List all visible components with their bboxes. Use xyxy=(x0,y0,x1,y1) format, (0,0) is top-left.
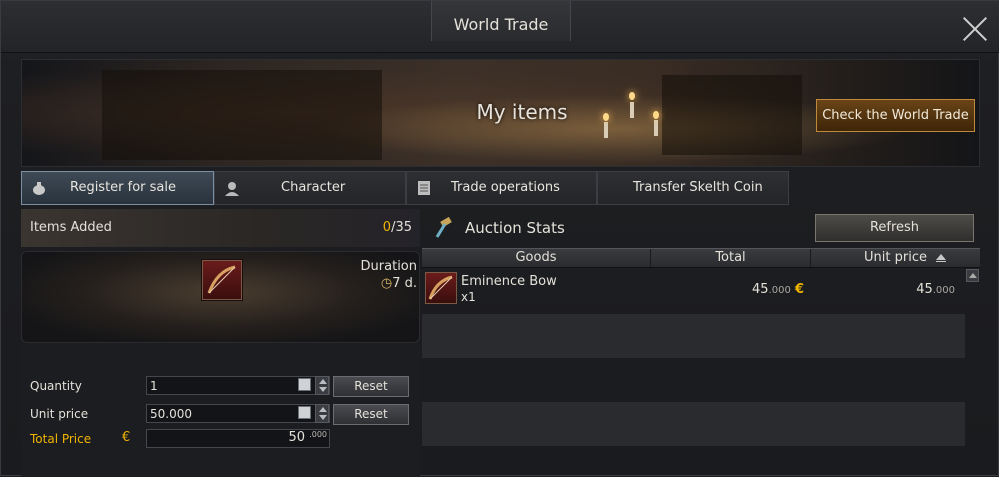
total-price-value: 50 .000 xyxy=(146,429,330,448)
duration-value: ◷7 d. xyxy=(332,276,417,291)
euro-icon: € xyxy=(122,430,131,445)
total-price-label: Total Price xyxy=(30,432,92,446)
candle-decoration xyxy=(654,120,658,136)
tab-transfer-skelth-coin[interactable]: Transfer Skelth Coin xyxy=(597,171,789,205)
money-bag-icon xyxy=(33,182,45,195)
bow-icon xyxy=(207,265,236,294)
row-total-main: 45 xyxy=(752,282,769,297)
column-header-unit-price[interactable]: Unit price xyxy=(811,249,980,267)
quantity-reset-button[interactable]: Reset xyxy=(333,376,409,397)
bow-icon xyxy=(428,275,453,300)
duration-block: Duration ◷7 d. xyxy=(332,259,417,291)
row-total-decimals: .000 xyxy=(768,285,791,296)
unit-price-reset-button[interactable]: Reset xyxy=(333,404,409,425)
auction-header: Auction Stats Refresh xyxy=(422,209,980,247)
check-world-trade-button[interactable]: Check the World Trade xyxy=(816,99,975,132)
flame-decoration xyxy=(653,111,659,119)
tab-register-for-sale[interactable]: Register for sale xyxy=(21,171,214,205)
unit-price-stepper[interactable] xyxy=(315,404,329,423)
scroll-up-button[interactable] xyxy=(966,269,979,282)
table-row-empty xyxy=(422,402,965,446)
item-name: Eminence Bow xyxy=(461,274,557,289)
total-price-row: Total Price € 50 .000 xyxy=(21,429,420,451)
unit-price-row: Unit price Reset xyxy=(21,404,420,426)
calculator-icon[interactable] xyxy=(298,406,311,419)
row-unit-decimals: .000 xyxy=(932,285,955,296)
flame-decoration xyxy=(629,92,635,100)
item-icon xyxy=(425,272,457,304)
item-slot-area: Duration ◷7 d. xyxy=(21,251,420,343)
tab-label: Register for sale xyxy=(70,180,177,195)
auction-title: Auction Stats xyxy=(465,219,565,237)
register-panel: Items Added 0/35 Duration ◷7 d. Quantity… xyxy=(21,209,420,477)
item-slot[interactable] xyxy=(202,260,242,300)
column-header-total[interactable]: Total xyxy=(651,249,811,267)
clock-icon: ◷ xyxy=(380,276,393,291)
tab-label: Transfer Skelth Coin xyxy=(633,180,763,195)
candle-decoration xyxy=(604,122,608,138)
table-row-empty xyxy=(422,358,965,402)
items-added-current: 0 xyxy=(382,220,392,235)
bookshelf-decoration xyxy=(102,70,382,160)
row-total: 45.000 € xyxy=(722,282,804,297)
refresh-button[interactable]: Refresh xyxy=(815,214,974,242)
auction-stats-panel: Auction Stats Refresh Goods Total Unit p… xyxy=(422,209,980,477)
close-icon[interactable] xyxy=(959,13,991,45)
table-header: Goods Total Unit price xyxy=(422,248,980,268)
tab-label: Trade operations xyxy=(451,180,560,195)
quantity-label: Quantity xyxy=(30,379,82,393)
tab-label: Character xyxy=(281,180,346,195)
tab-trade-operations[interactable]: Trade operations xyxy=(406,171,597,205)
duration-label: Duration xyxy=(360,259,417,274)
sort-ascending-icon[interactable] xyxy=(936,254,946,262)
flame-decoration xyxy=(603,113,609,121)
total-price-decimals: .000 xyxy=(309,430,327,439)
table-row-empty xyxy=(422,314,965,358)
bookshelf-decoration xyxy=(662,75,802,155)
row-unit-main: 45 xyxy=(916,282,933,297)
tab-character[interactable]: Character xyxy=(214,171,406,205)
banner-title: My items xyxy=(476,100,568,124)
items-added-bar: Items Added 0/35 xyxy=(21,209,420,247)
candle-decoration xyxy=(630,102,634,118)
euro-icon: € xyxy=(794,282,804,297)
unit-price-label: Unit price xyxy=(30,407,89,421)
auction-table-body: Eminence Bow x1 45.000 € 45.000 xyxy=(422,269,965,447)
table-row[interactable]: Eminence Bow x1 45.000 € 45.000 xyxy=(422,269,965,313)
item-quantity: x1 xyxy=(461,290,476,304)
calculator-icon[interactable] xyxy=(298,378,311,391)
row-unit-price: 45.000 xyxy=(882,282,955,297)
world-trade-window: World Trade My items Check the World Tra… xyxy=(0,0,999,477)
duration-days: 7 d. xyxy=(392,276,417,291)
items-added-count: 0/35 xyxy=(383,209,412,247)
title-bar: World Trade xyxy=(1,1,999,53)
window-title: World Trade xyxy=(453,15,549,34)
character-icon xyxy=(225,182,239,196)
hammer-icon xyxy=(435,217,452,238)
total-price-main: 50 xyxy=(288,430,305,445)
column-header-goods[interactable]: Goods xyxy=(422,249,651,267)
quantity-row: Quantity Reset xyxy=(21,376,420,398)
items-added-max: /35 xyxy=(391,220,412,235)
ledger-icon xyxy=(418,181,430,195)
items-added-label: Items Added xyxy=(30,220,112,235)
scrollbar[interactable] xyxy=(966,269,979,447)
quantity-stepper[interactable] xyxy=(315,376,329,395)
